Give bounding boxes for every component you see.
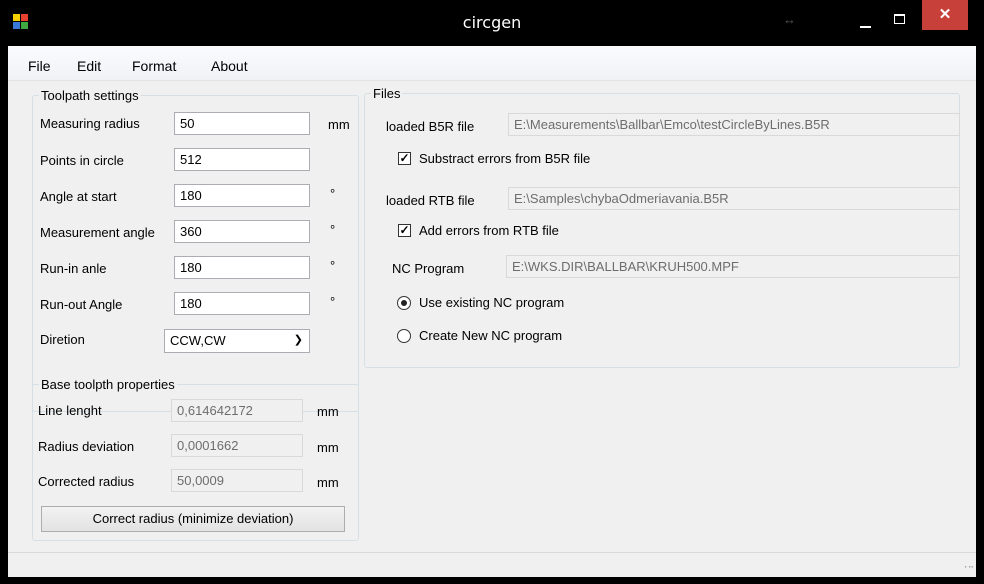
run-out-angle-input[interactable]: 180: [174, 292, 310, 315]
chevron-down-icon: ❯: [293, 334, 303, 346]
measuring-radius-unit: mm: [328, 117, 350, 132]
line-length-label: Line lenght: [38, 403, 102, 418]
menu-file[interactable]: File: [28, 58, 51, 74]
menu-edit[interactable]: Edit: [77, 58, 101, 74]
corrected-radius-label: Corrected radius: [38, 474, 135, 489]
run-out-angle-label: Run-out Angle: [40, 297, 123, 312]
radius-deviation-field: 0,0001662: [171, 434, 303, 457]
subtract-errors-checkbox[interactable]: ✓: [398, 152, 411, 165]
angle-at-start-unit: °: [330, 186, 336, 201]
rtb-file-path: E:\Samples\chybaOdmeriavania.B5R: [508, 187, 960, 210]
toolpath-settings-legend: Toolpath settings: [41, 88, 139, 103]
menu-format[interactable]: Format: [132, 58, 176, 74]
base-toolpath-legend: Base toolpth properties: [41, 377, 175, 392]
add-errors-checkbox[interactable]: ✓: [398, 224, 411, 237]
measuring-radius-input[interactable]: 50: [174, 112, 310, 135]
line-length-field: 0,614642172: [171, 399, 303, 422]
files-legend: Files: [373, 86, 401, 101]
measurement-angle-label: Measurement angle: [40, 225, 155, 240]
nc-program-path: E:\WKS.DIR\BALLBAR\KRUH500.MPF: [506, 255, 960, 278]
run-in-angle-input[interactable]: 180: [174, 256, 310, 279]
client-area: File Edit Format About Toolpath settings…: [8, 46, 976, 577]
nc-program-label: NC Program: [392, 261, 465, 276]
add-errors-label[interactable]: Add errors from RTB file: [419, 223, 559, 238]
b5r-file-label: loaded B5R file: [386, 119, 475, 134]
points-in-circle-label: Points in circle: [40, 153, 124, 168]
status-bar: ⠠⠤: [8, 552, 976, 577]
rtb-file-label: loaded RTB file: [386, 193, 475, 208]
create-new-radio[interactable]: [397, 329, 411, 343]
b5r-file-path: E:\Measurements\Ballbar\Emco\testCircleB…: [508, 113, 960, 136]
use-existing-radio[interactable]: [397, 296, 411, 310]
radius-deviation-unit: mm: [317, 440, 339, 455]
corrected-radius-field: 50,0009: [171, 469, 303, 492]
line-length-unit: mm: [317, 404, 339, 419]
resize-arrows-icon: ↔: [783, 12, 796, 27]
resize-grip-icon[interactable]: ⠠⠤: [961, 561, 974, 574]
title-bar[interactable]: circgen ↔ ✕: [0, 0, 984, 46]
direction-select-value: CCW,CW: [170, 333, 226, 348]
menu-bar: File Edit Format About: [8, 46, 976, 81]
measurement-angle-input[interactable]: 360: [174, 220, 310, 243]
run-out-angle-unit: °: [330, 294, 336, 309]
use-existing-label[interactable]: Use existing NC program: [419, 295, 564, 310]
create-new-label[interactable]: Create New NC program: [419, 328, 562, 343]
menu-about[interactable]: About: [211, 58, 248, 74]
run-in-angle-label: Run-in anle: [40, 261, 107, 276]
maximize-button[interactable]: [885, 12, 915, 34]
measurement-angle-unit: °: [330, 222, 336, 237]
radius-deviation-label: Radius deviation: [38, 439, 135, 454]
toolpath-settings-group: Toolpath settings: [32, 88, 359, 412]
run-in-angle-unit: °: [330, 258, 336, 273]
angle-at-start-label: Angle at start: [40, 189, 117, 204]
minimize-button[interactable]: [851, 12, 881, 34]
app-window: circgen ↔ ✕ File Edit Format About Toolp…: [0, 0, 984, 584]
measuring-radius-label: Measuring radius: [40, 116, 140, 131]
correct-radius-button[interactable]: Correct radius (minimize deviation): [41, 506, 345, 532]
corrected-radius-unit: mm: [317, 475, 339, 490]
points-in-circle-input[interactable]: 512: [174, 148, 310, 171]
angle-at-start-input[interactable]: 180: [174, 184, 310, 207]
subtract-errors-label[interactable]: Substract errors from B5R file: [419, 151, 590, 166]
close-button[interactable]: ✕: [922, 0, 968, 30]
direction-label: Diretion: [40, 332, 85, 347]
direction-select[interactable]: CCW,CW ❯: [164, 329, 310, 353]
window-title: circgen: [462, 13, 522, 32]
